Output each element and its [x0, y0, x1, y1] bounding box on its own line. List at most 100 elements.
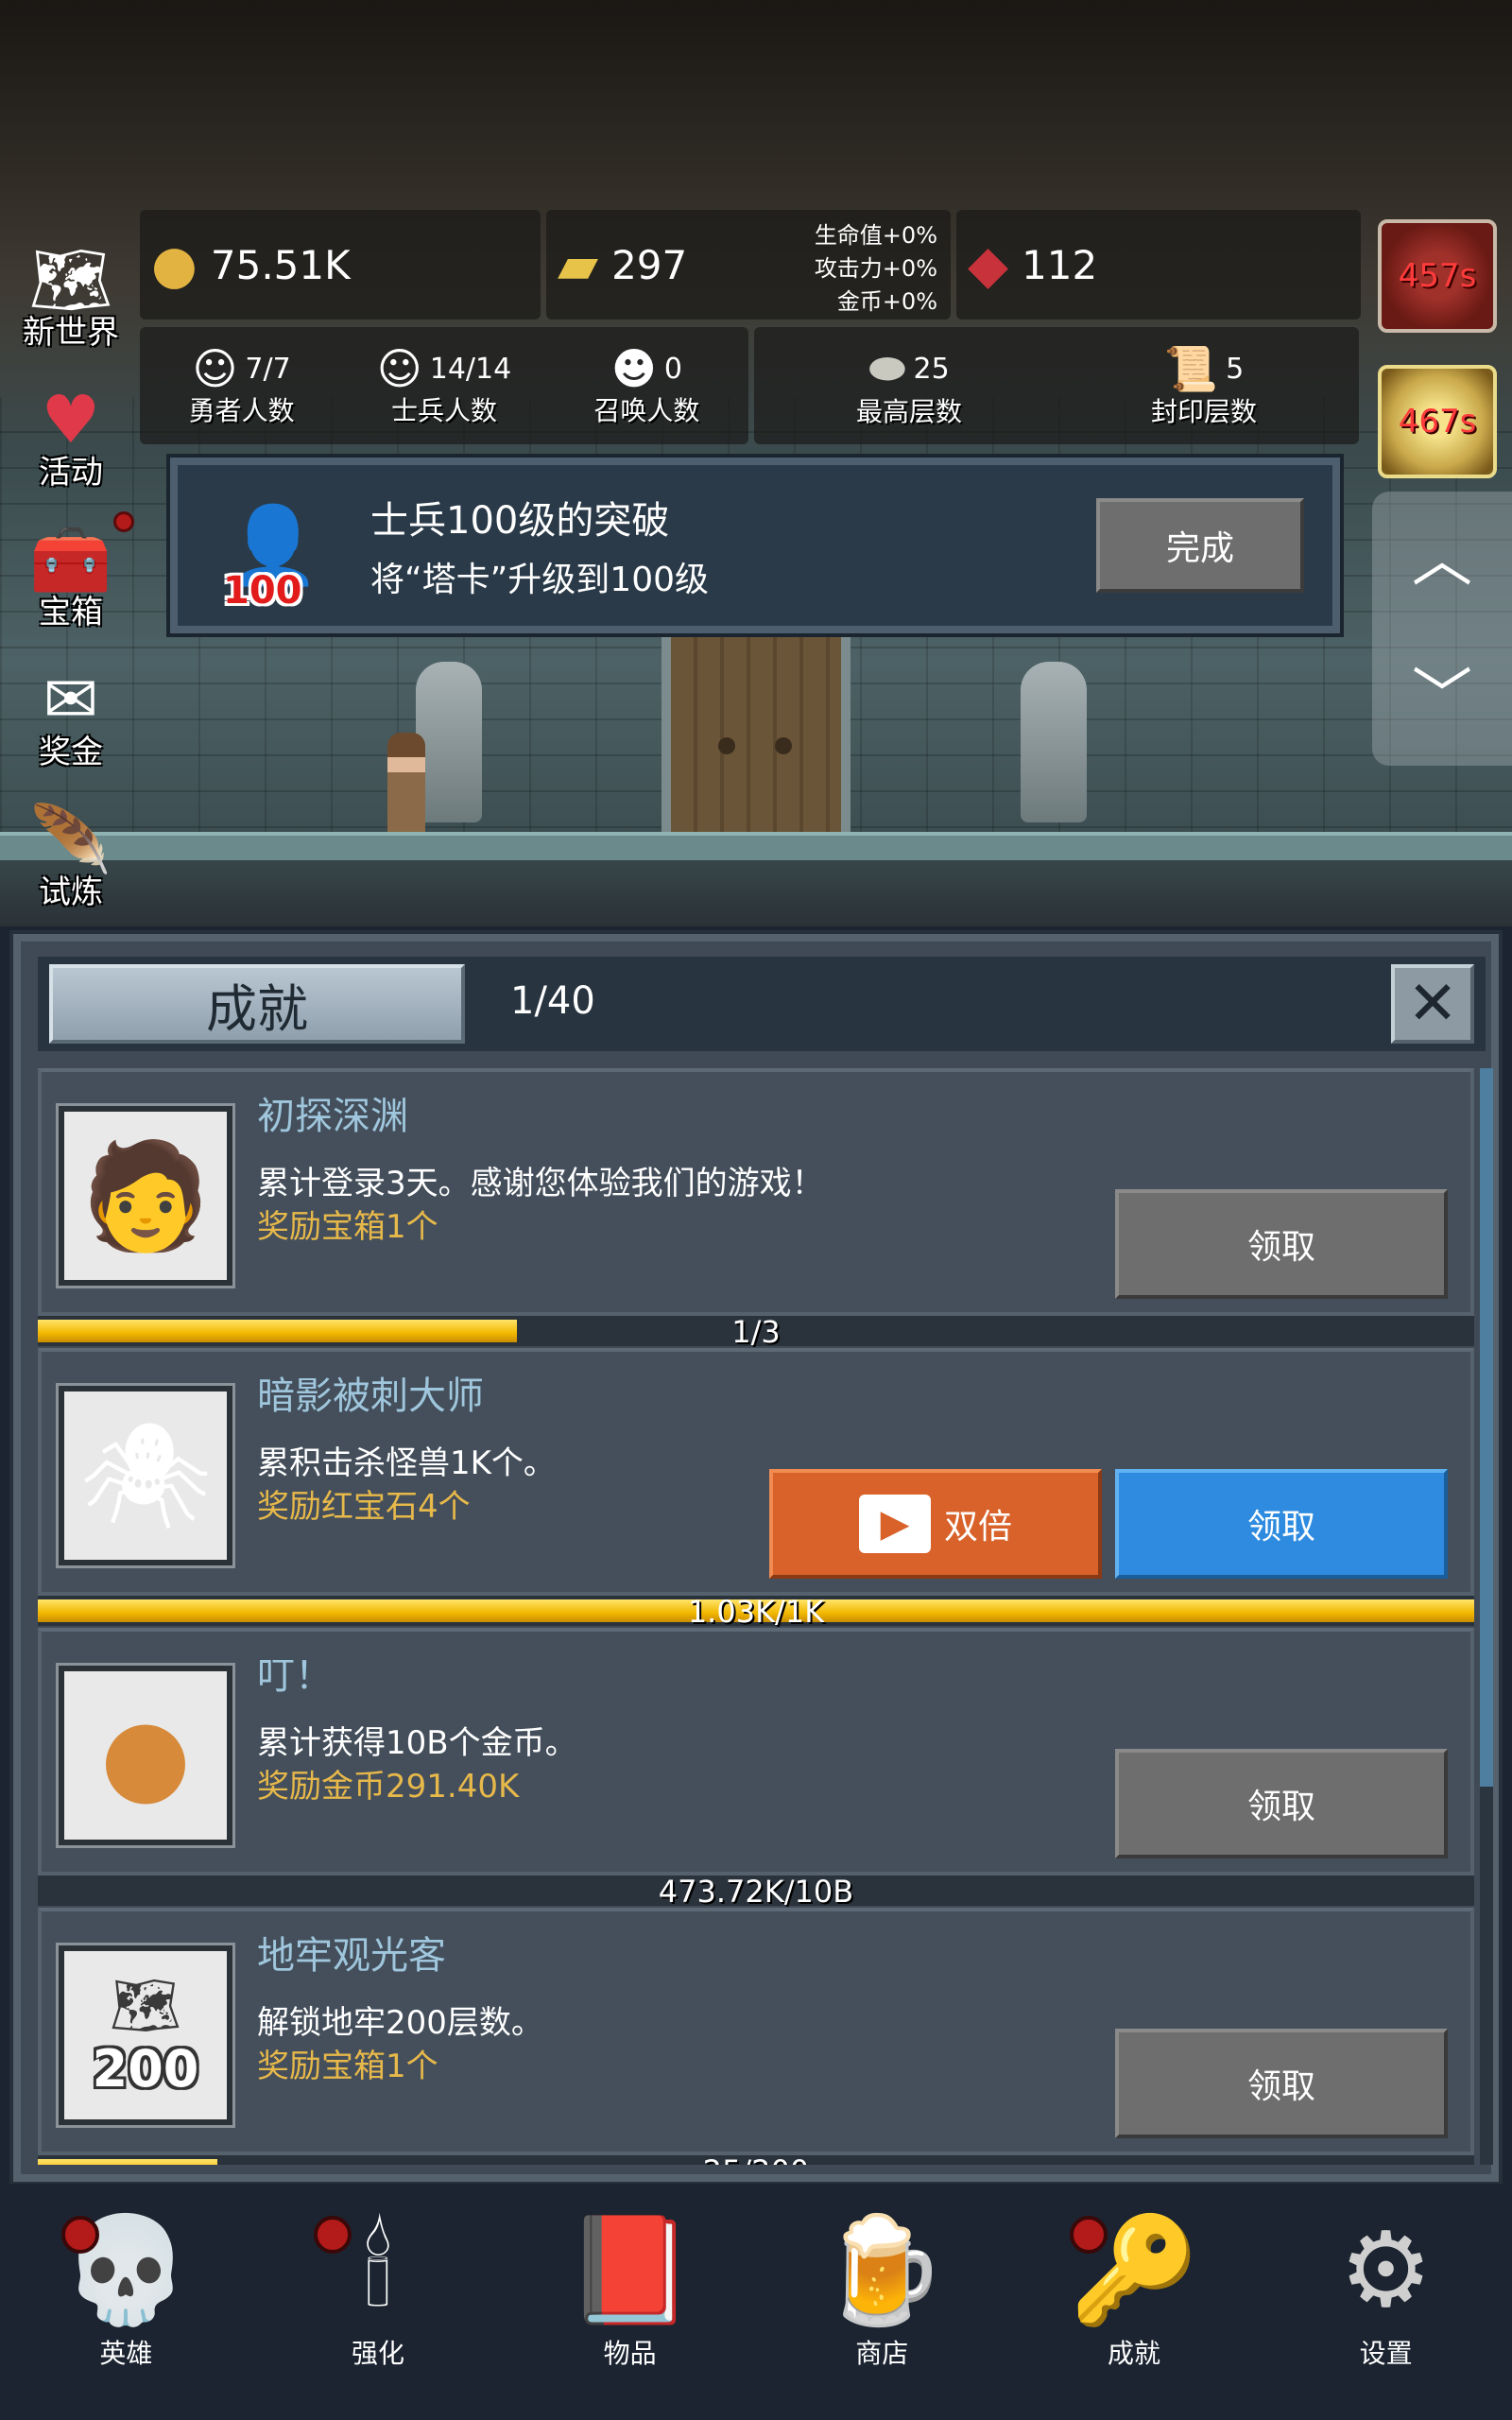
hero-head-icon: ☺ [192, 343, 238, 394]
claim-button[interactable]: 领取 [1115, 1469, 1448, 1579]
double-reward-button[interactable]: ▶ 双倍 [769, 1469, 1102, 1579]
achievement-reward: 奖励宝箱1个 [257, 2048, 438, 2085]
side-item-trial[interactable]: 🪶 试炼 [0, 772, 142, 912]
side-item-new-world[interactable]: 🗺 新世界 [0, 213, 142, 353]
knight-statue [1021, 662, 1087, 822]
achievement-reward: 奖励红宝石4个 [257, 1488, 471, 1526]
achievement-reward: 奖励金币291.40K [257, 1768, 520, 1806]
close-button[interactable]: ✕ [1391, 964, 1474, 1044]
achievement-desc: 累计获得10B个金币。 [257, 1724, 577, 1762]
side-item-label: 活动 [39, 454, 103, 492]
notification-dot [313, 2216, 352, 2254]
hero-count[interactable]: ☺ 7/7 勇者人数 [189, 343, 295, 428]
nav-label: 设置 [1359, 2338, 1413, 2369]
ruby-value: 112 [1022, 241, 1098, 288]
max-floor-value: 25 [913, 352, 950, 386]
list-item: 🕷 暗影被刺大师 累积击杀怪兽1K个。 奖励红宝石4个 ▶ 双倍 领取 1.03… [38, 1348, 1474, 1630]
achievement-name: 暗影被刺大师 [257, 1374, 484, 1418]
gold-value: 75.51K [210, 241, 351, 288]
hero-count-value: 7/7 [245, 352, 291, 386]
max-floor-label: 最高层数 [855, 396, 962, 427]
quest-banner: 👤 100 士兵100级的突破 将“塔卡”升级到100级 完成 [166, 454, 1344, 637]
claim-button[interactable]: 领取 [1115, 1189, 1448, 1299]
nav-settings[interactable]: ⚙ 设置 [1292, 2199, 1481, 2371]
progress-text: 1/3 [731, 1314, 781, 1350]
summon-count-value: 0 [663, 352, 682, 386]
map-200-icon: 🗺 200 [56, 1943, 235, 2128]
nav-achievements[interactable]: 🔑 成就 [1040, 2199, 1228, 2371]
soldier-count[interactable]: ☺ 14/14 士兵人数 [377, 343, 511, 428]
book-icon: 📕 [565, 2208, 696, 2330]
progress-text: 473.72K/10B [658, 1874, 854, 1910]
progress-bar: 1.03K/1K [38, 1594, 1474, 1630]
progress-bar: 25/200 [38, 2153, 1474, 2165]
achievement-list[interactable]: 🧑 初探深渊 累计登录3天。感谢您体验我们的游戏！ 奖励宝箱1个 领取 1/3 … [38, 1068, 1474, 2165]
ruby-counter: ◆ 112 [956, 210, 1361, 320]
nav-upgrade[interactable]: 🕯 强化 [284, 2199, 472, 2371]
panel-header: 成就 1/40 ✕ [38, 957, 1486, 1051]
claim-button[interactable]: 领取 [1115, 2029, 1448, 2138]
soldier-count-label: 士兵人数 [390, 395, 497, 426]
tab-achievements[interactable]: 成就 [49, 964, 465, 1044]
close-icon: ✕ [1407, 969, 1458, 1039]
hero-count-label: 勇者人数 [188, 395, 295, 426]
nav-heroes[interactable]: 💀 英雄 [31, 2199, 220, 2371]
achievement-panel: 成就 1/40 ✕ 🧑 初探深渊 累计登录3天。感谢您体验我们的游戏！ 奖励宝箱… [9, 930, 1503, 2186]
map-200-label: 200 [92, 2039, 199, 2099]
progress-bar: 473.72K/10B [38, 1874, 1474, 1910]
achievement-desc: 解锁地牢200层数。 [257, 2004, 543, 2042]
summon-count[interactable]: ☻ 0 召唤人数 [593, 343, 699, 428]
map-icon: 🗺 [109, 1973, 182, 2039]
door-knob [775, 737, 792, 754]
unit-counts-bar: ☺ 7/7 勇者人数 ☺ 14/14 士兵人数 ☻ 0 召唤人数 ⬬ 25 最高… [140, 327, 1370, 448]
level-badge: 100 [223, 569, 302, 613]
list-item: ● 叮！ 累计获得10B个金币。 奖励金币291.40K 领取 473.72K/… [38, 1628, 1474, 1910]
side-item-bonus[interactable]: ✉ 奖金 [0, 632, 142, 772]
nav-label: 成就 [1107, 2338, 1160, 2369]
claim-button[interactable]: 领取 [1115, 1749, 1448, 1858]
list-scrollbar[interactable] [1480, 1068, 1493, 2165]
dungeon-floor [0, 832, 1512, 860]
side-menu: 🗺 新世界 ♥ 活动 🧰 宝箱 ✉ 奖金 🪶 试炼 [0, 213, 142, 912]
door-knob [718, 737, 735, 754]
gold-modifier: 金币+0% [836, 288, 937, 315]
coin-icon: ● [56, 1663, 235, 1848]
achievement-count: 1/40 [510, 979, 595, 1023]
quest-title: 士兵100级的突破 [370, 499, 670, 543]
quest-complete-button[interactable]: 完成 [1096, 498, 1304, 593]
dungeon-door [662, 624, 850, 841]
knight-statue [416, 662, 482, 822]
seal-floor-count[interactable]: 📜 5 封印层数 [1151, 343, 1257, 429]
achievement-name: 初探深渊 [257, 1095, 408, 1138]
side-item-label: 宝箱 [39, 594, 103, 631]
gold-counter: ● 75.51K [140, 210, 541, 320]
notification-dot [1069, 2216, 1108, 2254]
gold-coin-icon: ● [151, 233, 198, 296]
chevron-down-icon[interactable]: ﹀ [1412, 667, 1472, 728]
stone-icon: ⬬ [868, 342, 906, 393]
side-item-events[interactable]: ♥ 活动 [0, 353, 142, 493]
side-item-label: 试炼 [39, 873, 103, 911]
gold-bar-counter: ▰ 297 生命值+0% 攻击力+0% 金币+0% [546, 210, 951, 320]
achievement-name: 地牢观光客 [257, 1934, 446, 1978]
seal-floor-value: 5 [1226, 352, 1245, 386]
nav-items[interactable]: 📕 物品 [536, 2199, 725, 2371]
soldier-avatar: 👤 100 [212, 484, 335, 613]
progress-text: 1.03K/1K [687, 1594, 825, 1630]
list-item: 🧑 初探深渊 累计登录3天。感谢您体验我们的游戏！ 奖励宝箱1个 领取 1/3 [38, 1068, 1474, 1350]
max-floor-count[interactable]: ⬬ 25 最高层数 [856, 342, 962, 429]
resource-bar: ● 75.51K ▰ 297 生命值+0% 攻击力+0% 金币+0% ◆ 112 [140, 210, 1370, 323]
video-icon: ▶ [858, 1495, 931, 1553]
double-label: 双倍 [943, 1508, 1012, 1547]
candle-timer[interactable]: 467s [1378, 365, 1497, 478]
nav-label: 商店 [855, 2338, 909, 2369]
gold-bar-icon: ▰ [558, 233, 599, 296]
chevron-up-icon[interactable]: ︿ [1412, 530, 1472, 591]
side-item-chest[interactable]: 🧰 宝箱 [0, 493, 142, 632]
scrollbar-thumb[interactable] [1480, 1068, 1493, 1787]
boss-timer[interactable]: 457s [1378, 219, 1497, 333]
scroll-icon: 📜 [1163, 342, 1219, 394]
nav-shop[interactable]: 🍺 商店 [787, 2199, 976, 2371]
notification-dot [113, 511, 134, 532]
achievement-desc: 累计登录3天。感谢您体验我们的游戏！ [257, 1165, 824, 1202]
